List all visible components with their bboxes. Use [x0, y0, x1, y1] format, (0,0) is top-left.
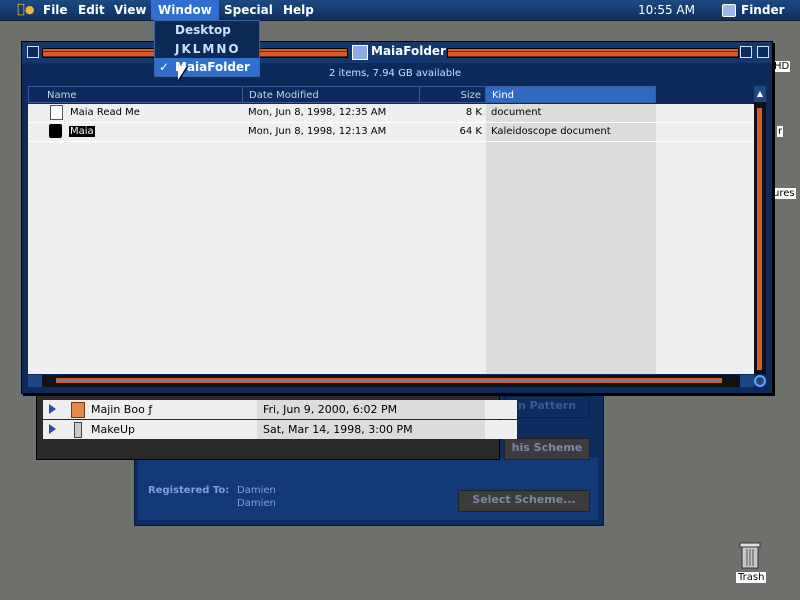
column-header-kind[interactable]: Kind: [485, 86, 656, 103]
menu-file[interactable]: File: [36, 0, 75, 20]
menu-special[interactable]: Special: [217, 0, 280, 20]
file-kind: Kaleidoscope document: [491, 126, 611, 137]
column-header-row: Name Date Modified Size Kind: [28, 86, 754, 104]
file-date: Mon, Jun 8, 1998, 12:35 AM: [248, 107, 387, 118]
scroll-left-arrow-icon[interactable]: [28, 375, 42, 387]
item-name: MakeUp: [91, 423, 136, 436]
sort-direction-icon[interactable]: ▲: [754, 86, 766, 102]
select-scheme-button[interactable]: Select Scheme...: [458, 490, 590, 512]
desktop-icon-label-ures[interactable]: ures: [772, 188, 796, 199]
column-header-size[interactable]: Size: [419, 86, 486, 103]
kaleidoscope-document-icon: [49, 124, 62, 138]
file-size: 8 K: [465, 107, 482, 118]
item-date: Sat, Mar 14, 1998, 3:00 PM: [263, 423, 413, 436]
window-title: MaiaFolder: [371, 44, 446, 58]
registered-name: Damien: [237, 485, 276, 496]
close-box-icon[interactable]: [27, 46, 39, 58]
file-name: Maia: [69, 126, 95, 137]
table-row[interactable]: Maia Mon, Jun 8, 1998, 12:13 AM 64 K Kal…: [28, 123, 754, 142]
disclosure-triangle-icon[interactable]: [49, 424, 56, 434]
window-menu-jklmno[interactable]: JKLMNO: [155, 40, 259, 58]
window-info-bar: 2 items, 7.94 GB available: [328, 68, 462, 79]
file-kind: document: [491, 107, 542, 118]
mouse-cursor-icon: [178, 66, 187, 80]
finder-window-maiafolder: MaiaFolder 2 items, 7.94 GB available Na…: [21, 41, 773, 394]
column-header-name[interactable]: Name: [28, 86, 243, 103]
disclosure-triangle-icon[interactable]: [49, 404, 56, 414]
item-name: Majin Boo ƒ: [91, 403, 153, 416]
registered-organization: Damien: [237, 498, 276, 509]
scroll-track[interactable]: [56, 378, 722, 383]
finder-icon: [722, 4, 736, 17]
menu-help[interactable]: Help: [276, 0, 321, 20]
trash-label[interactable]: Trash: [736, 572, 767, 583]
file-list: Maia Read Me Mon, Jun 8, 1998, 12:35 AM …: [28, 104, 754, 374]
this-scheme-button[interactable]: his Scheme: [504, 438, 590, 460]
window-menu-dropdown: Desktop JKLMNO ✓ MaiaFolder: [154, 20, 260, 77]
resize-grow-box-icon[interactable]: [754, 375, 766, 387]
application-icon: [74, 422, 82, 438]
title-stripe-right: [447, 48, 739, 58]
window-menu-desktop[interactable]: Desktop: [155, 21, 259, 39]
document-icon: [50, 105, 63, 120]
clock[interactable]: 10:55 AM: [638, 0, 695, 20]
collapse-box-icon[interactable]: [757, 46, 769, 58]
kind-column-bg: [486, 104, 656, 374]
column-header-date-modified[interactable]: Date Modified: [242, 86, 420, 103]
list-item[interactable]: MakeUp Sat, Mar 14, 1998, 3:00 PM: [43, 420, 517, 439]
scroll-track[interactable]: [757, 108, 762, 370]
desktop-icon-label-r[interactable]: r: [777, 126, 784, 137]
zoom-box-icon[interactable]: [740, 46, 752, 58]
checkmark-icon: ✓: [159, 60, 170, 74]
folder-icon: [352, 45, 368, 60]
title-bar[interactable]: MaiaFolder: [22, 42, 772, 63]
menu-edit[interactable]: Edit: [71, 0, 112, 20]
file-size: 64 K: [459, 126, 482, 137]
file-name: Maia Read Me: [70, 107, 140, 118]
desktop-icon-label-hd[interactable]: HD: [773, 61, 791, 72]
scroll-right-arrow-icon[interactable]: [740, 375, 754, 387]
application-menu[interactable]: Finder: [741, 0, 785, 20]
menu-bar: ● File Edit View Window Special Help 10…: [0, 0, 800, 21]
vertical-scrollbar[interactable]: ▲: [754, 86, 766, 374]
window-menu-maiafolder[interactable]: ✓ MaiaFolder: [155, 58, 259, 76]
registered-to-label: Registered To:: [148, 485, 230, 496]
menu-view[interactable]: View: [107, 0, 153, 20]
file-date: Mon, Jun 8, 1998, 12:13 AM: [248, 126, 387, 137]
menu-window[interactable]: Window: [151, 0, 219, 20]
trash-icon[interactable]: [737, 540, 763, 570]
folder-icon: [71, 402, 85, 418]
background-list-window: Majin Boo ƒ Fri, Jun 9, 2000, 6:02 PM Ma…: [36, 384, 517, 460]
horizontal-scrollbar[interactable]: [28, 375, 754, 387]
list-item[interactable]: Majin Boo ƒ Fri, Jun 9, 2000, 6:02 PM: [43, 400, 517, 419]
table-row[interactable]: Maia Read Me Mon, Jun 8, 1998, 12:35 AM …: [28, 104, 754, 123]
